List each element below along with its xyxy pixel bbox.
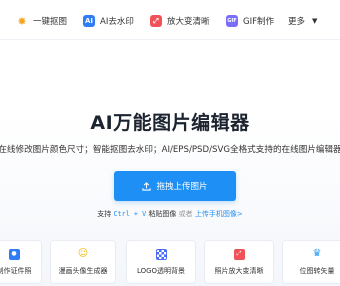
top-nav: ✸ 一键抠图 AI AI去水印 ⤢ 放大变清晰 GIF GIF制作 更多 ▼ (0, 0, 340, 40)
tool-card-label: 照片放大变清晰 (214, 266, 264, 275)
upload-button-label: 拖拽上传图片 (156, 182, 208, 192)
paste-shortcut: Ctrl + V (113, 210, 147, 218)
id-photo-icon: ● (8, 248, 20, 260)
transparent-bg-icon (155, 248, 167, 260)
tool-card-vectorize[interactable]: ♛ 位图转矢量 (282, 240, 340, 284)
tool-card-logo-transparent[interactable]: LOGO透明背景 (126, 240, 196, 284)
nav-item-label: AI去水印 (100, 17, 134, 27)
tool-card-label: 位图转矢量 (299, 266, 335, 275)
enlarge-icon: ⤢ (150, 15, 162, 27)
upload-icon (142, 181, 152, 191)
paste-hint: 支持 Ctrl + V 粘贴图像 或者 上传手机图像> (0, 209, 340, 219)
tool-card-label: 制作证件照 (0, 266, 32, 275)
tool-card-label: 漫画头像生成器 (58, 266, 108, 275)
nav-item-remove-watermark[interactable]: AI AI去水印 (83, 13, 134, 29)
nav-item-cutout[interactable]: ✸ 一键抠图 (16, 13, 67, 29)
nav-item-label: GIF制作 (243, 17, 274, 27)
hint-prefix: 支持 (97, 210, 112, 218)
cartoon-avatar-icon: ☺ (77, 248, 89, 259)
nav-item-gif[interactable]: GIF GIF制作 (226, 13, 274, 29)
vectorize-icon: ♛ (312, 248, 322, 259)
tool-card-id-photo[interactable]: ● 制作证件照 (0, 240, 42, 284)
page-title: AI万能图片编辑器 (90, 112, 250, 134)
tool-card-cartoon-avatar[interactable]: ☺ 漫画头像生成器 (50, 240, 116, 284)
page-subtitle: 在线修改图片颜色尺寸；智能抠图去水印；AI/EPS/PSD/SVG全格式支持的在… (0, 145, 340, 155)
upload-image-button[interactable]: 拖拽上传图片 (114, 171, 236, 201)
caret-down-icon: ▼ (312, 17, 318, 25)
nav-more-label: 更多 (288, 17, 306, 27)
nav-item-enlarge[interactable]: ⤢ 放大变清晰 (150, 13, 210, 29)
photo-enlarge-icon: ⤢ (233, 248, 245, 260)
magic-star-icon: ✸ (17, 14, 27, 28)
nav-more-menu[interactable]: 更多 ▼ (288, 13, 317, 29)
gif-icon: GIF (226, 15, 238, 27)
tool-card-label: LOGO透明背景 (136, 266, 186, 275)
hint-or: 或者 (178, 210, 193, 218)
tool-card-photo-enlarge[interactable]: ⤢ 照片放大变清晰 (204, 240, 274, 284)
nav-item-label: 一键抠图 (33, 17, 68, 27)
hint-mid: 粘贴图像 (148, 210, 177, 218)
nav-item-label: 放大变清晰 (167, 17, 210, 27)
ai-watermark-icon: AI (83, 15, 95, 27)
upload-phone-image-link[interactable]: 上传手机图像> (195, 210, 243, 218)
